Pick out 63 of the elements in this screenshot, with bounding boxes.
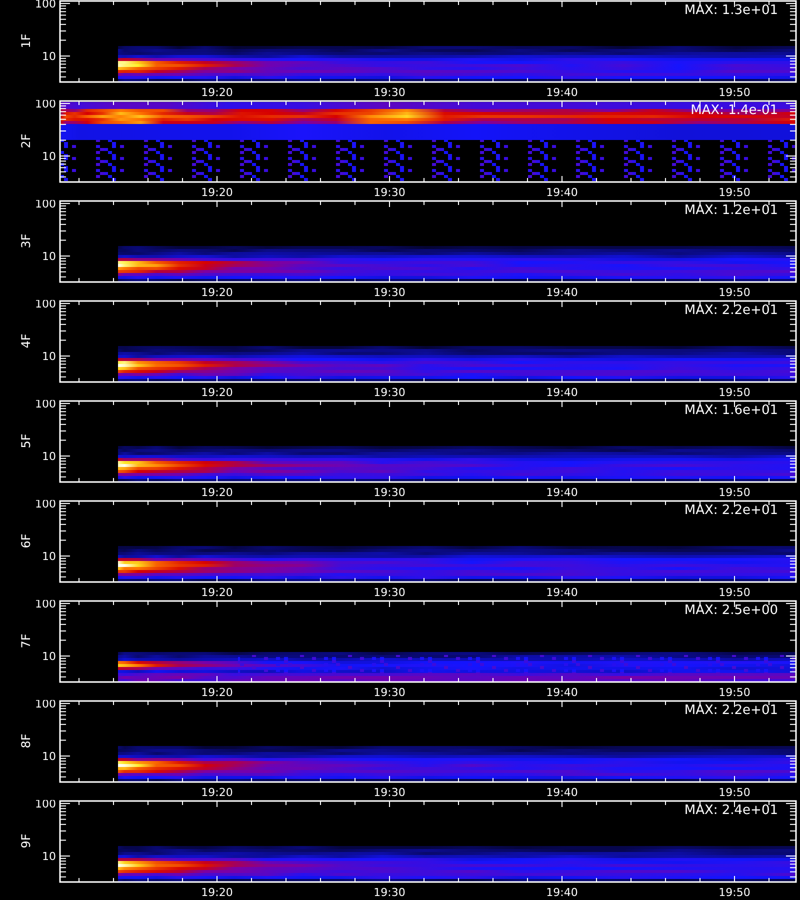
- x-tick-label: 19:40: [546, 886, 578, 899]
- y-tick-label: 10: [42, 550, 56, 564]
- panel-label: 2F: [19, 134, 33, 148]
- x-tick-label: 19:40: [546, 186, 578, 199]
- x-tick-label: 19:20: [201, 586, 233, 599]
- x-tick-label: 19:30: [374, 586, 406, 599]
- panel-label: 3F: [19, 234, 33, 248]
- y-tick-label: 10: [42, 50, 56, 64]
- x-tick-label: 19:20: [201, 386, 233, 399]
- x-tick-label: 19:30: [374, 786, 406, 799]
- x-tick-label: 19:40: [546, 486, 578, 499]
- y-tick-label: 10: [42, 650, 56, 664]
- y-tick-label: 10: [42, 750, 56, 764]
- x-tick-label: 19:30: [374, 486, 406, 499]
- y-tick-label: 10: [42, 350, 56, 364]
- y-tick-label: 10: [42, 450, 56, 464]
- y-tick-label: 10: [42, 850, 56, 864]
- x-tick-label: 19:30: [374, 686, 406, 699]
- x-tick-label: 19:40: [546, 686, 578, 699]
- x-tick-label: 19:20: [201, 286, 233, 299]
- max-value-label: MAX: 2.4e+01: [684, 803, 778, 818]
- x-tick-label: 19:50: [718, 386, 750, 399]
- max-value-label: MAX: 1.3e+01: [684, 3, 778, 18]
- x-tick-label: 19:20: [201, 86, 233, 99]
- x-tick-label: 19:30: [374, 286, 406, 299]
- x-tick-label: 19:50: [718, 886, 750, 899]
- panel-label: 1F: [19, 34, 33, 48]
- x-tick-label: 19:30: [374, 386, 406, 399]
- max-value-label: MAX: 1.6e+01: [684, 403, 778, 418]
- x-tick-label: 19:40: [546, 586, 578, 599]
- panel-label: 8F: [19, 734, 33, 748]
- panel-label: 4F: [19, 334, 33, 348]
- x-tick-label: 19:50: [718, 86, 750, 99]
- x-tick-label: 19:50: [718, 286, 750, 299]
- max-value-label: MAX: 2.2e+01: [684, 503, 778, 518]
- x-tick-label: 19:30: [374, 186, 406, 199]
- x-tick-label: 19:30: [374, 886, 406, 899]
- x-tick-label: 19:20: [201, 686, 233, 699]
- x-tick-label: 19:50: [718, 186, 750, 199]
- panel-label: 6F: [19, 534, 33, 548]
- panel-label: 5F: [19, 434, 33, 448]
- max-value-label: MAX: 2.5e+00: [684, 603, 778, 618]
- x-tick-label: 19:50: [718, 586, 750, 599]
- max-value-label: MAX: 2.2e+01: [684, 303, 778, 318]
- x-tick-label: 19:20: [201, 786, 233, 799]
- x-tick-label: 19:50: [718, 686, 750, 699]
- x-tick-label: 19:40: [546, 786, 578, 799]
- x-tick-label: 19:40: [546, 86, 578, 99]
- y-tick-label: 10: [42, 150, 56, 164]
- x-tick-label: 19:40: [546, 386, 578, 399]
- panel-label: 7F: [19, 634, 33, 648]
- x-tick-label: 19:20: [201, 886, 233, 899]
- x-tick-label: 19:40: [546, 286, 578, 299]
- max-value-label: MAX: 1.2e+01: [684, 203, 778, 218]
- max-value-label: MAX: 1.4e-01: [690, 103, 778, 118]
- panel-label: 9F: [19, 834, 33, 848]
- x-tick-label: 19:50: [718, 786, 750, 799]
- y-tick-label: 10: [42, 250, 56, 264]
- max-value-label: MAX: 2.2e+01: [684, 703, 778, 718]
- x-tick-label: 19:50: [718, 486, 750, 499]
- x-tick-label: 19:20: [201, 186, 233, 199]
- x-tick-label: 19:20: [201, 486, 233, 499]
- x-tick-label: 19:30: [374, 86, 406, 99]
